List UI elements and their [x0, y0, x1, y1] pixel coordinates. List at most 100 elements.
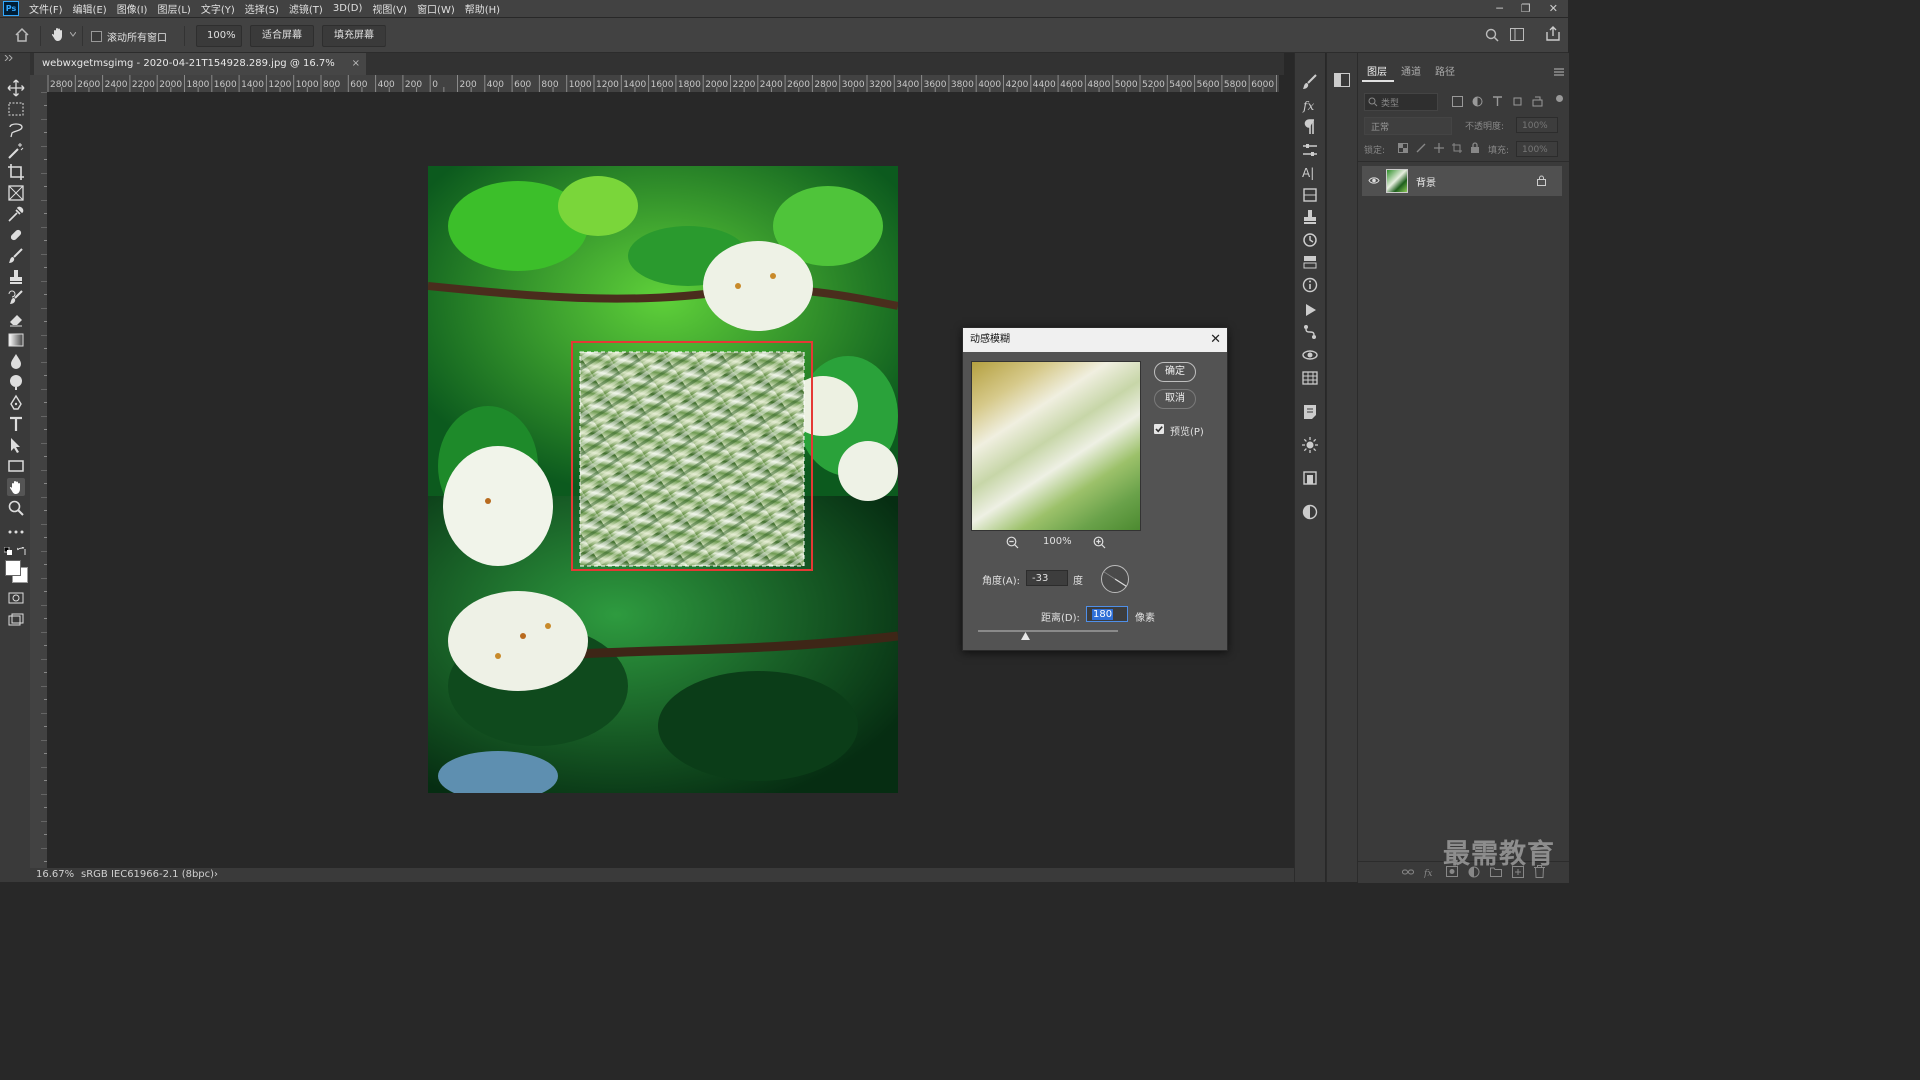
lock-artboard-icon[interactable] — [1452, 143, 1462, 153]
pen-tool-icon[interactable] — [7, 394, 25, 412]
panel-toggle-icon[interactable] — [1334, 73, 1350, 87]
lock-position-icon[interactable] — [1434, 143, 1444, 153]
layer-name[interactable]: 背景 — [1416, 174, 1436, 189]
search-icon[interactable] — [1485, 28, 1499, 42]
distance-slider-track[interactable] — [978, 630, 1118, 632]
lasso-tool-icon[interactable] — [7, 121, 25, 139]
angle-dial[interactable] — [1100, 564, 1130, 594]
history-icon[interactable] — [1301, 231, 1319, 249]
distance-input[interactable]: 180 — [1086, 606, 1128, 622]
panel-menu-icon[interactable] — [1554, 68, 1564, 76]
path-selection-tool-icon[interactable] — [7, 436, 25, 454]
tab-layers[interactable]: 图层 — [1367, 63, 1387, 78]
zoom-value-field[interactable]: 100% — [196, 25, 242, 47]
actions-icon[interactable] — [1301, 301, 1319, 319]
properties-icon[interactable] — [1301, 253, 1319, 271]
document-tab[interactable]: webwxgetmsgimg - 2020-04-21T154928.289.j… — [34, 53, 366, 91]
ok-button[interactable]: 确定 — [1154, 362, 1196, 382]
collapse-arrows-icon[interactable] — [4, 55, 14, 61]
layer-row[interactable]: 背景 — [1362, 166, 1562, 196]
eraser-tool-icon[interactable] — [7, 310, 25, 328]
restore-button[interactable]: ❐ — [1521, 2, 1531, 15]
zoom-out-icon[interactable] — [1006, 536, 1019, 549]
fill-screen-button[interactable]: 填充屏幕 — [322, 25, 386, 47]
blend-mode-select[interactable]: 正常 — [1364, 117, 1452, 135]
blur-tool-icon[interactable] — [7, 352, 25, 370]
minimize-button[interactable]: ─ — [1496, 2, 1503, 15]
menu-3d[interactable]: 3D(D) — [333, 3, 363, 14]
filter-smart-object-icon[interactable] — [1532, 96, 1543, 107]
layer-filter-search[interactable]: 类型 — [1364, 93, 1438, 111]
angle-input[interactable]: -33 — [1026, 570, 1068, 586]
lock-pixels-icon[interactable] — [1416, 143, 1426, 153]
filter-adjustment-icon[interactable] — [1472, 96, 1483, 107]
menu-select[interactable]: 选择(S) — [245, 1, 279, 16]
notes-icon[interactable] — [1301, 403, 1319, 421]
preview-checkbox[interactable] — [1154, 424, 1164, 434]
close-tab-button[interactable]: × — [352, 53, 360, 75]
menu-window[interactable]: 窗口(W) — [417, 1, 455, 16]
adjustments-icon[interactable] — [1301, 141, 1319, 159]
layer-comps-icon[interactable] — [1301, 186, 1319, 204]
hand-tool-icon[interactable] — [7, 478, 25, 496]
clone-source-icon[interactable] — [1301, 208, 1319, 226]
frame-tool-icon[interactable] — [7, 184, 25, 202]
dialog-titlebar[interactable]: 动感模糊 ✕ — [963, 328, 1227, 352]
link-layers-icon[interactable] — [1402, 867, 1414, 877]
scroll-all-checkbox[interactable] — [91, 31, 102, 42]
distance-slider-thumb[interactable] — [1021, 632, 1031, 640]
zoom-tool-icon[interactable] — [7, 499, 25, 517]
menu-image[interactable]: 图像(I) — [117, 1, 148, 16]
default-colors-icon[interactable] — [4, 547, 13, 556]
opacity-field[interactable]: 100% — [1516, 117, 1558, 133]
healing-brush-tool-icon[interactable] — [7, 226, 25, 244]
status-arrow[interactable]: › — [214, 868, 218, 882]
magic-wand-tool-icon[interactable] — [7, 142, 25, 160]
more-tools-icon[interactable] — [7, 523, 25, 541]
paragraph-icon[interactable] — [1301, 118, 1319, 136]
eyedropper-tool-icon[interactable] — [7, 205, 25, 223]
move-tool-icon[interactable] — [7, 79, 25, 97]
lock-transparent-icon[interactable] — [1398, 143, 1408, 153]
history-brush-tool-icon[interactable] — [7, 289, 25, 307]
swap-colors-icon[interactable] — [17, 547, 26, 556]
menu-type[interactable]: 文字(Y) — [201, 1, 235, 16]
menu-edit[interactable]: 编辑(E) — [73, 1, 107, 16]
close-window-button[interactable]: ✕ — [1549, 2, 1558, 15]
crop-tool-icon[interactable] — [7, 163, 25, 181]
marquee-tool-icon[interactable] — [7, 100, 25, 118]
fit-screen-button[interactable]: 适合屏幕 — [250, 25, 314, 47]
filter-type-icon[interactable] — [1492, 96, 1503, 107]
brightness-icon[interactable] — [1301, 436, 1319, 454]
filter-preview[interactable] — [971, 361, 1141, 531]
character-icon[interactable]: A| — [1301, 163, 1319, 181]
menu-view[interactable]: 视图(V) — [372, 1, 407, 16]
cancel-button[interactable]: 取消 — [1154, 389, 1196, 409]
libraries-icon[interactable] — [1301, 469, 1319, 487]
hand-tool-icon[interactable] — [50, 26, 66, 42]
menu-file[interactable]: 文件(F) — [29, 1, 63, 16]
share-icon[interactable] — [1546, 26, 1560, 41]
lock-all-icon[interactable] — [1470, 142, 1480, 153]
brush-tool-icon[interactable] — [7, 247, 25, 265]
brush-settings-icon[interactable] — [1301, 73, 1319, 91]
table-icon[interactable] — [1301, 369, 1319, 387]
dodge-tool-icon[interactable] — [7, 373, 25, 391]
foreground-color-swatch[interactable] — [5, 560, 21, 576]
filter-pixel-icon[interactable] — [1452, 96, 1463, 107]
tab-channels[interactable]: 通道 — [1401, 63, 1421, 78]
fx-icon[interactable]: fx — [1301, 96, 1319, 114]
tab-paths[interactable]: 路径 — [1435, 63, 1455, 78]
3d-icon[interactable] — [1301, 346, 1319, 364]
screen-mode-icon[interactable] — [7, 611, 25, 629]
info-icon[interactable] — [1301, 276, 1319, 294]
clone-stamp-tool-icon[interactable] — [7, 268, 25, 286]
zoom-level[interactable]: 16.67% — [36, 868, 74, 882]
zoom-in-icon[interactable] — [1093, 536, 1106, 549]
fill-field[interactable]: 100% — [1516, 141, 1558, 157]
gradient-tool-icon[interactable] — [7, 331, 25, 349]
swatches-icon[interactable] — [1301, 503, 1319, 521]
chevron-down-icon[interactable] — [70, 32, 76, 37]
workspace-icon[interactable] — [1510, 28, 1524, 41]
home-icon[interactable] — [14, 27, 30, 43]
